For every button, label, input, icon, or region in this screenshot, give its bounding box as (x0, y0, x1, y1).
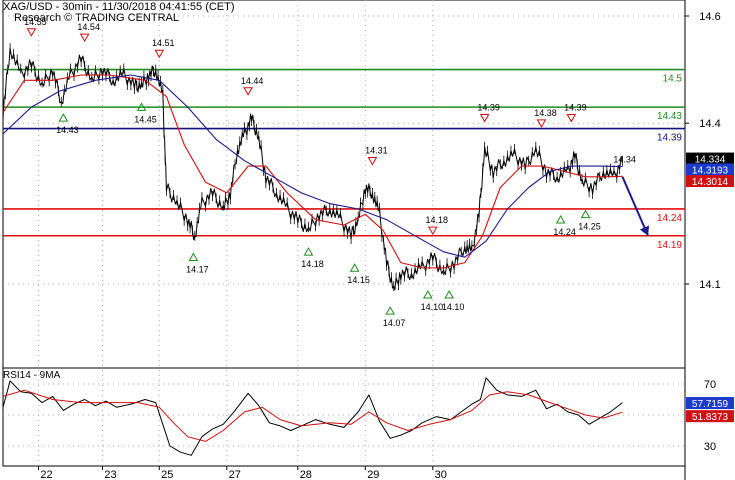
swing-high-label: 14.39 (564, 103, 587, 113)
level-label: 14.24 (657, 213, 682, 224)
date-tick-label: 30 (435, 469, 447, 480)
price-tag-label: 57.7159 (692, 399, 729, 410)
swing-low-marker (422, 289, 433, 299)
swing-low-marker (580, 209, 591, 219)
swing-high-marker (26, 28, 37, 37)
swing-low-label: 14.10 (442, 302, 465, 312)
date-tick-label: 29 (367, 469, 379, 480)
series-lines (2, 43, 650, 456)
price-tick-label: 14.4 (699, 118, 720, 130)
swing-low-label: 14.10 (421, 302, 444, 312)
swing-low-label: 14.15 (347, 275, 370, 285)
fast-ma-line (2, 74, 623, 269)
swing-low-marker (303, 247, 314, 256)
swing-high-label: 14.54 (77, 22, 100, 32)
swing-high-label: 14.31 (365, 145, 388, 155)
swing-high-marker (566, 114, 577, 123)
level-label: 14.43 (657, 111, 682, 122)
price-panel-frame (2, 0, 686, 369)
date-tick-label: 22 (40, 469, 52, 480)
rsi-panel-title: RSI14 - 9MA (3, 370, 61, 381)
swing-low-label: 14.17 (186, 264, 209, 274)
price-tag-label: 14.3014 (692, 177, 729, 188)
date-tick-label: 23 (104, 469, 116, 480)
swing-low-marker (555, 214, 566, 224)
rsi-ma-line (2, 389, 623, 442)
date-tick-label: 28 (300, 469, 312, 480)
last-swing-label: 14.34 (613, 154, 636, 164)
swing-high-label: 14.18 (426, 215, 449, 225)
price-series-line (2, 47, 623, 291)
rsi-panel-frame (2, 367, 686, 467)
swing-low-label: 14.25 (578, 222, 601, 232)
rsi-tick-label: 70 (704, 379, 716, 391)
swing-low-marker (58, 113, 69, 122)
swing-high-marker (243, 87, 253, 96)
swing-high-marker (367, 156, 378, 166)
swing-high-label: 14.55 (24, 17, 47, 27)
price-tick-label: 14.1 (699, 279, 720, 291)
swing-low-label: 14.43 (56, 125, 79, 135)
swing-high-label: 14.38 (534, 108, 557, 118)
price-tick-label: 14.6 (699, 11, 720, 23)
swing-high-label: 14.44 (241, 76, 264, 86)
swing-low-label: 14.18 (301, 259, 324, 269)
forecast-arrow-shaft (621, 176, 649, 237)
swing-low-marker (349, 263, 360, 272)
rsi-tick-label: 30 (704, 441, 716, 453)
swing-markers: 14.55 14.54 14.51 14.44 14.31 14.18 14.39 14.38… (24, 17, 636, 328)
swing-high-marker (79, 33, 90, 43)
swing-low-label: 14.45 (134, 114, 157, 124)
swing-low-label: 14.24 (553, 227, 576, 237)
swing-high-label: 14.51 (152, 38, 175, 48)
date-tick-label: 27 (229, 469, 241, 480)
date-tick-label: 25 (161, 469, 173, 480)
swing-low-marker (444, 289, 455, 299)
swing-high-marker (154, 49, 165, 59)
axis-labels: 14.614.414.170503022232527282930 (38, 11, 721, 480)
level-label: 14.5 (663, 74, 683, 85)
swing-low-label: 14.07 (383, 318, 406, 328)
swing-low-marker (385, 306, 396, 315)
chart-canvas: 14.5 14.43 14.39 14.24 14.19 14.55 14.54 14.51… (2, 0, 734, 480)
swing-high-marker (479, 114, 490, 123)
level-label: 14.19 (657, 240, 682, 251)
price-tag-label: 51.8373 (692, 412, 729, 423)
swing-high-label: 14.39 (477, 103, 500, 113)
level-label: 14.39 (657, 133, 682, 144)
swing-low-marker (188, 252, 199, 261)
price-tag-label: 14.3193 (692, 165, 729, 176)
rsi-line (2, 377, 623, 456)
